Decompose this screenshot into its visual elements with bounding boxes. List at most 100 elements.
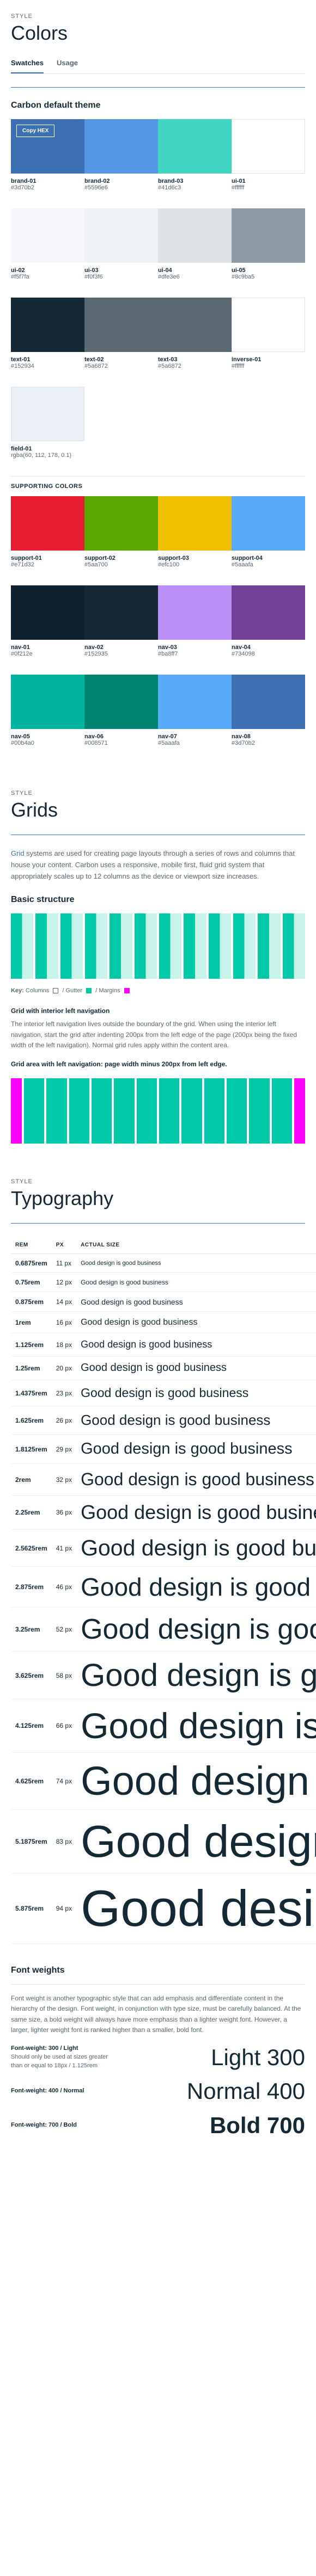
swatch-nav-03[interactable]: nav-03 #ba8ff7 <box>158 585 232 662</box>
nav2-swatches: nav-05 #00b4a0 nav-06 #008571 nav-07 #5a… <box>11 675 305 751</box>
rem-cell: 0.875rem <box>11 1292 52 1312</box>
font-weight-row: Font-weight: 700 / Bold Bold 700 <box>11 2112 305 2139</box>
swatch-nav-06[interactable]: nav-06 #008571 <box>84 675 158 751</box>
nav-grid-demo <box>11 1078 305 1144</box>
swatch-field-01[interactable]: field-01 rgba(60, 112, 178, 0.1) <box>11 387 84 463</box>
fw-sample: Light 300 <box>211 2044 305 2071</box>
page-title: Grids <box>11 799 305 821</box>
swatch-name: ui-04 <box>158 267 232 274</box>
swatch-hex: #008571 <box>84 740 158 746</box>
swatch-brand-01[interactable]: Copy HEX brand-01 #3d70b2 <box>11 119 84 195</box>
colors-section: STYLE Colors Swatches Usage Carbon defau… <box>0 0 316 777</box>
overline: STYLE <box>11 1178 305 1185</box>
type-row: 3.625rem 58 px Good design is good busin… <box>11 1652 316 1700</box>
type-row: 1.4375rem 23 px Good design is good busi… <box>11 1380 316 1406</box>
swatch-support-03[interactable]: support-03 #efc100 <box>158 496 232 572</box>
sample-cell: Good design is good business <box>76 1356 316 1380</box>
swatch-nav-08[interactable]: nav-08 #3d70b2 <box>232 675 305 751</box>
sample-cell: Good design is good business <box>76 1273 316 1292</box>
typography-section: STYLE Typography REM PX ACTUAL SIZE 0.68… <box>0 1165 316 2159</box>
type-row: 0.6875rem 11 px Good design is good busi… <box>11 1254 316 1273</box>
swatch-nav-01[interactable]: nav-01 #0f212e <box>11 585 84 662</box>
swatch-ui-01[interactable]: ui-01 #ffffff <box>232 119 305 195</box>
swatch-ui-03[interactable]: ui-03 #f0f3f6 <box>84 208 158 285</box>
sample-cell: Good design is good business <box>76 1752 316 1810</box>
swatch-nav-04[interactable]: nav-04 #734098 <box>232 585 305 662</box>
swatch-hex: #efc100 <box>158 561 232 568</box>
divider <box>11 1223 305 1224</box>
fw-label: Font-weight: 700 / Bold <box>11 2122 120 2128</box>
rem-cell: 3.25rem <box>11 1608 52 1652</box>
overline: STYLE <box>11 790 305 796</box>
swatch-nav-07[interactable]: nav-07 #5aaafa <box>158 675 232 751</box>
swatch-hex: #5aa700 <box>84 561 158 568</box>
type-row: 5.1875rem 83 px Good design is good busi… <box>11 1810 316 1874</box>
swatch-support-04[interactable]: support-04 #5aaafa <box>232 496 305 572</box>
tab-swatches[interactable]: Swatches <box>11 53 44 73</box>
font-weight-row: Font-weight: 300 / Light Should only be … <box>11 2044 305 2071</box>
swatch-hex: #ba8ff7 <box>158 651 232 657</box>
sample-cell: Good design is good business <box>76 1608 316 1652</box>
swatch-name: ui-01 <box>232 178 305 184</box>
px-cell: 32 px <box>52 1464 76 1496</box>
swatch-text-02[interactable]: text-02 #5a6872 <box>84 298 158 374</box>
brand-swatches: Copy HEX brand-01 #3d70b2 brand-02 #5596… <box>11 119 305 195</box>
swatch-hex: #ffffff <box>232 184 305 191</box>
swatch-brand-02[interactable]: brand-02 #5596e6 <box>84 119 158 195</box>
swatch-ui-04[interactable]: ui-04 #dfe3e6 <box>158 208 232 285</box>
swatch-ui-02[interactable]: ui-02 #f5f7fa <box>11 208 84 285</box>
swatch-hex: #152934 <box>11 363 84 369</box>
type-row: 1.8125rem 29 px Good design is good busi… <box>11 1435 316 1464</box>
fw-sample: Bold 700 <box>210 2112 305 2139</box>
swatch-support-01[interactable]: support-01 #e71d32 <box>11 496 84 572</box>
rem-cell: 0.6875rem <box>11 1254 52 1273</box>
theme-title: Carbon default theme <box>11 101 305 110</box>
swatch-nav-05[interactable]: nav-05 #00b4a0 <box>11 675 84 751</box>
rem-cell: 3.625rem <box>11 1652 52 1700</box>
swatch-text-03[interactable]: text-03 #5a6872 <box>158 298 232 374</box>
sample-cell: Good design is good business <box>76 1530 316 1567</box>
page-title: Colors <box>11 22 305 45</box>
swatch-name: support-02 <box>84 555 158 561</box>
swatch-name: brand-03 <box>158 178 232 184</box>
px-cell: 20 px <box>52 1356 76 1380</box>
font-weights-intro: Font weight is another typographic style… <box>11 1993 305 2035</box>
swatch-name: text-01 <box>11 356 84 363</box>
swatch-name: nav-01 <box>11 644 84 651</box>
type-row: 2.25rem 36 px Good design is good busine… <box>11 1496 316 1530</box>
swatch-name: brand-02 <box>84 178 158 184</box>
grid-intro: Grid systems are used for creating page … <box>11 848 305 882</box>
divider <box>11 87 305 88</box>
swatch-name: ui-02 <box>11 267 84 274</box>
font-weight-row: Font-weight: 400 / Normal Normal 400 <box>11 2078 305 2105</box>
page-title: Typography <box>11 1187 305 1210</box>
swatch-name: nav-05 <box>11 733 84 740</box>
rem-cell: 4.125rem <box>11 1700 52 1752</box>
type-row: 2.875rem 46 px Good design is good busin… <box>11 1567 316 1608</box>
grid-link[interactable]: Grid <box>11 849 25 857</box>
sample-cell: Good design is good business <box>76 1380 316 1406</box>
swatch-support-02[interactable]: support-02 #5aa700 <box>84 496 158 572</box>
type-row: 3.25rem 52 px Good design is good busine… <box>11 1608 316 1652</box>
copy-hex-button[interactable]: Copy HEX <box>16 125 54 137</box>
th-px: PX <box>52 1237 76 1254</box>
swatch-name: inverse-01 <box>232 356 305 363</box>
tab-usage[interactable]: Usage <box>57 53 78 73</box>
swatch-name: field-01 <box>11 446 84 452</box>
swatch-brand-03[interactable]: brand-03 #41d6c3 <box>158 119 232 195</box>
swatch-ui-05[interactable]: ui-05 #8c9ba5 <box>232 208 305 285</box>
sample-cell: Good design is good business <box>76 1464 316 1496</box>
rem-cell: 1.625rem <box>11 1406 52 1435</box>
type-row: 2.5625rem 41 px Good design is good busi… <box>11 1530 316 1567</box>
nav1-swatches: nav-01 #0f212e nav-02 #152935 nav-03 #ba… <box>11 585 305 662</box>
swatch-inverse-01[interactable]: inverse-01 #ffffff <box>232 298 305 374</box>
sample-cell: Good design is good business <box>76 1312 316 1333</box>
nav-grid-caption: Grid area with left navigation: page wid… <box>11 1059 305 1070</box>
swatch-text-01[interactable]: text-01 #152934 <box>11 298 84 374</box>
sample-cell: Good design is good business <box>76 1652 316 1700</box>
type-scale-table: REM PX ACTUAL SIZE 0.6875rem 11 px Good … <box>11 1237 316 1944</box>
swatch-nav-02[interactable]: nav-02 #152935 <box>84 585 158 662</box>
px-cell: 52 px <box>52 1608 76 1652</box>
fw-label: Font-weight: 300 / Light <box>11 2045 120 2052</box>
swatch-hex: #5596e6 <box>84 184 158 191</box>
